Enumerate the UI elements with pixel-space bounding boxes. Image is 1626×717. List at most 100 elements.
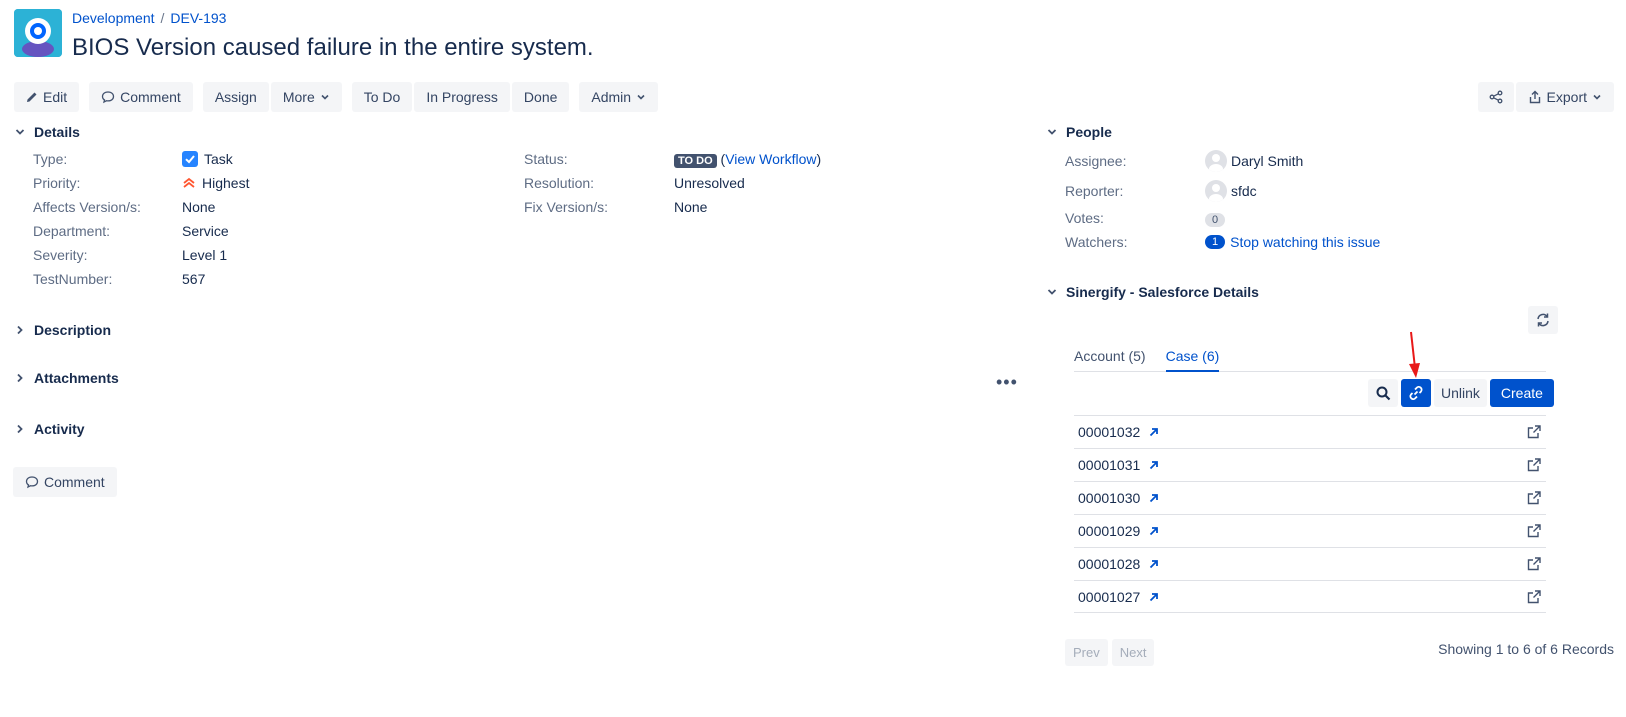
votes-value[interactable]: 0	[1205, 210, 1226, 227]
fix-version-value: None	[674, 199, 707, 215]
arrow-up-right-icon[interactable]	[1148, 492, 1160, 504]
testnumber-field: TestNumber:	[33, 271, 112, 287]
external-link-icon[interactable]	[1526, 490, 1542, 506]
affects-version-value: None	[182, 199, 215, 215]
export-label: Export	[1546, 89, 1587, 105]
reporter-value[interactable]: sfdc	[1205, 180, 1257, 202]
list-item: 00001031	[1074, 448, 1546, 481]
field-label: Reporter:	[1065, 183, 1124, 199]
field-label: Assignee:	[1065, 153, 1127, 169]
breadcrumb-issue-key[interactable]: DEV-193	[170, 10, 226, 26]
add-comment-button[interactable]: Comment	[13, 467, 117, 497]
external-link-icon[interactable]	[1526, 424, 1542, 440]
type-field: Type:	[33, 151, 67, 167]
unlink-button[interactable]: Unlink	[1434, 379, 1487, 407]
share-icon	[1489, 90, 1502, 104]
external-link-icon[interactable]	[1526, 589, 1542, 605]
field-value: None	[182, 199, 216, 215]
tab-case[interactable]: Case (6)	[1165, 348, 1220, 372]
votes-field: Votes:	[1065, 210, 1104, 226]
assignee-value[interactable]: Daryl Smith	[1205, 150, 1303, 172]
resolution-value: Unresolved	[674, 175, 745, 191]
activity-heading: Activity	[34, 421, 85, 437]
search-button[interactable]	[1368, 379, 1398, 407]
field-label: Severity:	[33, 247, 88, 263]
details-toggle[interactable]: Details	[14, 124, 80, 140]
case-number-link[interactable]: 00001027	[1078, 589, 1140, 605]
refresh-button[interactable]	[1528, 306, 1558, 334]
people-toggle[interactable]: People	[1046, 124, 1112, 140]
case-number-link[interactable]: 00001028	[1078, 556, 1140, 572]
create-button[interactable]: Create	[1489, 379, 1554, 407]
admin-button[interactable]: Admin	[579, 82, 659, 112]
status-lozenge: TO DO	[674, 154, 717, 168]
project-avatar-icon[interactable]	[14, 9, 62, 57]
description-toggle[interactable]: Description	[14, 322, 111, 338]
todo-button[interactable]: To Do	[351, 82, 413, 112]
arrow-up-right-icon[interactable]	[1148, 426, 1160, 438]
prev-button[interactable]: Prev	[1065, 639, 1108, 666]
affects-version-field: Affects Version/s:	[33, 199, 141, 215]
arrow-up-right-icon[interactable]	[1148, 591, 1160, 603]
next-button[interactable]: Next	[1111, 639, 1155, 666]
pencil-icon	[27, 92, 37, 102]
chevron-right-icon	[17, 373, 23, 383]
more-button[interactable]: More	[270, 82, 342, 112]
list-item: 00001029	[1074, 514, 1546, 547]
more-label: More	[282, 89, 315, 105]
field-value: Highest	[202, 175, 250, 191]
comment-icon	[25, 476, 39, 489]
field-label: Status:	[524, 151, 568, 167]
case-record-list: 00001032 00001031 00001030 00001029 0000…	[1074, 415, 1546, 613]
add-comment-label: Comment	[44, 474, 105, 490]
chevron-right-icon	[17, 424, 23, 434]
arrow-up-right-icon[interactable]	[1148, 558, 1160, 570]
edit-button[interactable]: Edit	[14, 82, 80, 112]
watchers-badge[interactable]: 1	[1205, 235, 1226, 249]
export-button[interactable]: Export	[1515, 82, 1614, 112]
activity-toggle[interactable]: Activity	[14, 421, 85, 437]
people-heading: People	[1066, 124, 1112, 140]
edit-label: Edit	[43, 89, 68, 105]
external-link-icon[interactable]	[1526, 457, 1542, 473]
attachments-toggle[interactable]: Attachments	[14, 370, 119, 386]
field-value: Unresolved	[674, 175, 745, 191]
breadcrumb-project[interactable]: Development	[72, 10, 155, 26]
case-number-link[interactable]: 00001030	[1078, 490, 1140, 506]
stop-watching-link[interactable]: Stop watching this issue	[1230, 234, 1380, 250]
priority-field: Priority:	[33, 175, 80, 191]
share-button[interactable]	[1477, 82, 1514, 112]
comment-button[interactable]: Comment	[89, 82, 193, 112]
case-number-link[interactable]: 00001031	[1078, 457, 1140, 473]
sinergify-toggle[interactable]: Sinergify - Salesforce Details	[1046, 284, 1259, 300]
done-button[interactable]: Done	[511, 82, 570, 112]
toolbar-right: Export	[1477, 82, 1614, 112]
field-value: 567	[182, 271, 206, 287]
tab-account[interactable]: Account (5)	[1074, 348, 1146, 371]
external-link-icon[interactable]	[1526, 556, 1542, 572]
case-number-link[interactable]: 00001032	[1078, 424, 1140, 440]
votes-badge: 0	[1205, 213, 1226, 227]
sinergify-tabs: Account (5) Case (6)	[1074, 348, 1546, 372]
list-item: 00001027	[1074, 580, 1546, 613]
field-value: Level 1	[182, 247, 228, 263]
list-item: 00001030	[1074, 481, 1546, 514]
status-value: TO DO (View Workflow)	[674, 151, 821, 168]
department-field: Department:	[33, 223, 110, 239]
reporter-name: sfdc	[1231, 183, 1257, 199]
severity-field: Severity:	[33, 247, 87, 263]
admin-label: Admin	[591, 89, 632, 105]
arrow-up-right-icon[interactable]	[1148, 459, 1160, 471]
department-value: Service	[182, 223, 229, 239]
external-link-icon[interactable]	[1526, 523, 1542, 539]
field-label: Resolution:	[524, 175, 595, 191]
page-title: BIOS Version caused failure in the entir…	[72, 34, 594, 61]
case-number-link[interactable]: 00001029	[1078, 523, 1140, 539]
attachments-more-button[interactable]: •••	[996, 372, 1018, 393]
assignee-field: Assignee:	[1065, 153, 1126, 169]
link-button[interactable]	[1401, 379, 1431, 407]
assign-button[interactable]: Assign	[202, 82, 269, 112]
in-progress-button[interactable]: In Progress	[414, 82, 510, 112]
arrow-up-right-icon[interactable]	[1148, 525, 1160, 537]
view-workflow-link[interactable]: View Workflow	[725, 151, 816, 167]
